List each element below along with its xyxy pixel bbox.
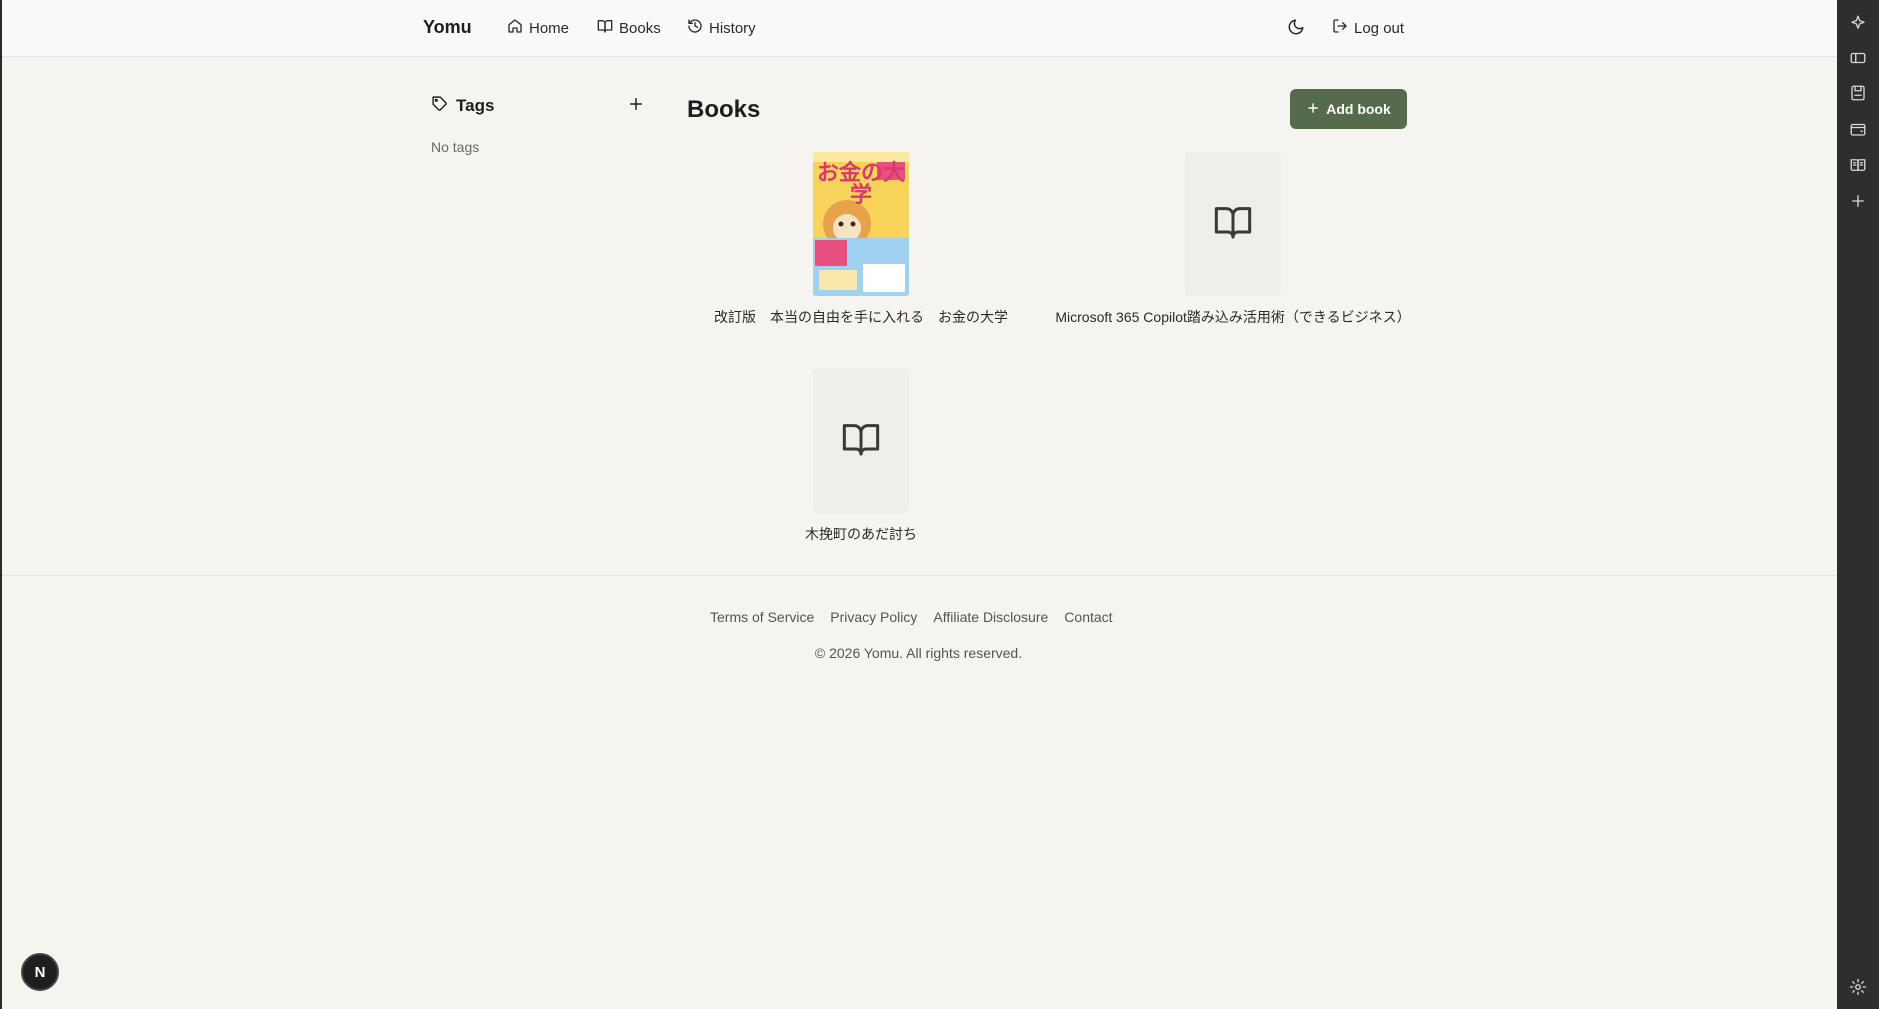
plus-icon[interactable] bbox=[1849, 192, 1867, 210]
avatar[interactable]: N bbox=[21, 953, 59, 991]
book-open-icon bbox=[841, 419, 881, 464]
tags-title: Tags bbox=[456, 96, 495, 115]
footer-link-contact[interactable]: Contact bbox=[1064, 609, 1112, 625]
book-open-icon bbox=[597, 18, 613, 38]
brand-logo[interactable]: Yomu bbox=[423, 17, 472, 38]
add-tag-button[interactable] bbox=[627, 95, 645, 113]
footer-divider bbox=[2, 575, 1837, 576]
plus-icon bbox=[1306, 101, 1320, 118]
theme-toggle-button[interactable] bbox=[1287, 18, 1307, 38]
nav-home-label: Home bbox=[529, 19, 570, 37]
page-title: Books bbox=[687, 96, 761, 123]
settings-icon[interactable] bbox=[1849, 978, 1867, 996]
side-rail bbox=[1837, 0, 1879, 1009]
plus-icon bbox=[627, 98, 645, 117]
add-book-label: Add book bbox=[1326, 101, 1391, 117]
logout-icon bbox=[1332, 18, 1348, 38]
book-cover-placeholder bbox=[1185, 152, 1281, 296]
logout-label: Log out bbox=[1354, 19, 1405, 37]
footer-link-affiliate[interactable]: Affiliate Disclosure bbox=[933, 609, 1048, 625]
ticket-icon[interactable] bbox=[1849, 49, 1867, 67]
top-nav: Yomu Home Books History Log out bbox=[2, 0, 1837, 57]
book-cover-text: お金の大学 bbox=[816, 160, 905, 207]
reader-icon[interactable] bbox=[1849, 156, 1867, 174]
nav-books-label: Books bbox=[619, 19, 661, 37]
sparkle-icon[interactable] bbox=[1849, 14, 1867, 32]
window-edge bbox=[0, 0, 2, 1009]
history-icon bbox=[687, 18, 703, 38]
save-icon[interactable] bbox=[1849, 84, 1867, 102]
footer-links: Terms of Service Privacy Policy Affiliat… bbox=[710, 609, 1113, 625]
home-icon bbox=[507, 18, 523, 38]
tags-header: Tags bbox=[431, 95, 494, 117]
footer-link-privacy[interactable]: Privacy Policy bbox=[830, 609, 917, 625]
footer-link-terms[interactable]: Terms of Service bbox=[710, 609, 814, 625]
book-title: 木挽町のあだ討ち bbox=[805, 526, 917, 542]
nav-books[interactable]: Books bbox=[597, 18, 661, 38]
nav-home[interactable]: Home bbox=[507, 18, 569, 38]
tag-icon bbox=[431, 95, 448, 117]
logout-button[interactable]: Log out bbox=[1332, 18, 1404, 38]
add-book-button[interactable]: Add book bbox=[1290, 89, 1407, 129]
book-card[interactable]: 木挽町のあだ討ち bbox=[681, 369, 1041, 549]
nav-history-label: History bbox=[709, 19, 756, 37]
wallet-icon[interactable] bbox=[1849, 120, 1867, 138]
book-open-icon bbox=[1213, 202, 1253, 247]
book-title: Microsoft 365 Copilot踏み込み活用術（できるビジネス） bbox=[1055, 309, 1411, 325]
book-card[interactable]: Microsoft 365 Copilot踏み込み活用術（できるビジネス） bbox=[1053, 152, 1413, 348]
book-card[interactable]: お金の大学 改訂版 本当の自由を手に入れる お金の大学 bbox=[681, 152, 1041, 332]
nav-history[interactable]: History bbox=[687, 18, 756, 38]
copyright-text: © 2026 Yomu. All rights reserved. bbox=[814, 645, 1023, 661]
book-title: 改訂版 本当の自由を手に入れる お金の大学 bbox=[714, 309, 1008, 325]
book-cover-placeholder bbox=[813, 369, 909, 513]
no-tags-text: No tags bbox=[431, 139, 480, 155]
moon-icon bbox=[1287, 19, 1305, 40]
